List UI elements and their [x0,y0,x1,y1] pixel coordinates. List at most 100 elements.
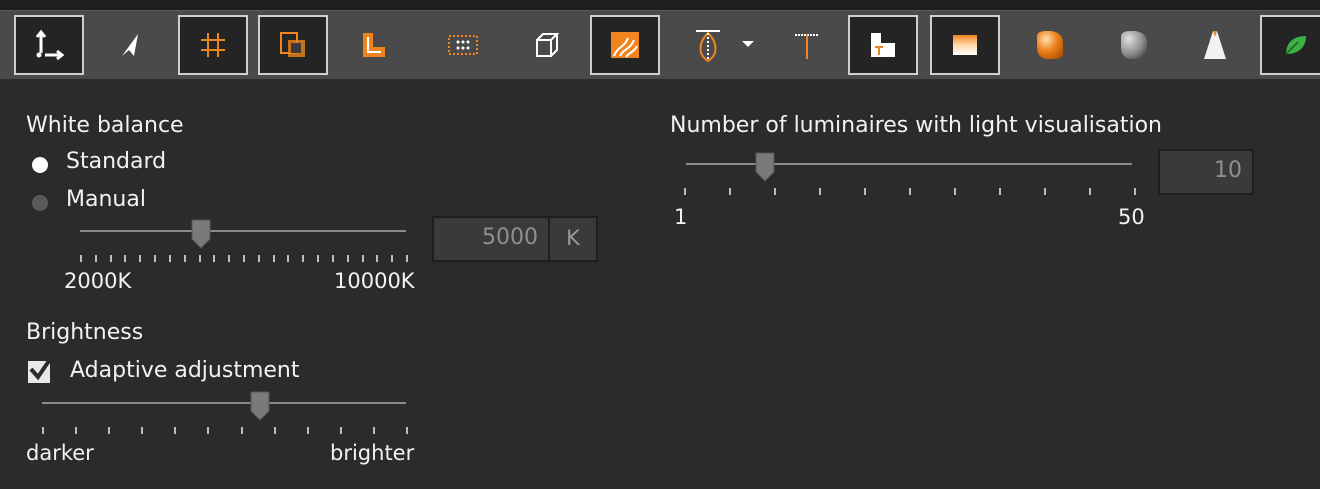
slider-tick [183,255,186,262]
cursor-arrow-icon [122,34,138,56]
wireframe-cube-icon [536,33,560,57]
slider-tick [954,188,956,195]
slider-tick [391,255,394,262]
slider-tick [213,255,216,262]
standard-radio[interactable] [32,157,48,173]
slider-tick [372,427,375,434]
orange-render-icon [1037,31,1063,59]
slider-tick [376,255,379,262]
light-beam-icon [1204,31,1226,59]
manual-radio[interactable] [32,195,48,211]
slider-tick [774,188,776,195]
wood-texture-icon [611,32,639,58]
light-cone-dropdown-button[interactable] [680,15,770,75]
standard-radio-label[interactable]: Standard [66,149,166,174]
settings-panel: White balance Standard Manual 2000K 1000… [0,79,1320,489]
luminaires-value-field[interactable]: 10 [1158,149,1254,195]
luminaires-title: Number of luminaires with light visualis… [670,113,1163,138]
spot-lamp-button[interactable] [772,15,842,75]
slider-tick [406,427,408,434]
grey-render-button[interactable] [1098,15,1168,75]
floor-plan-button[interactable] [848,15,918,75]
luminaires-max-label: 50 [1118,205,1145,229]
slider-tick [109,255,112,262]
texture-button[interactable] [590,15,660,75]
grey-render-icon [1121,31,1147,59]
luminaires-min-label: 1 [674,205,688,229]
adaptive-adjustment-label[interactable]: Adaptive adjustment [70,358,300,383]
gradient-button[interactable] [930,15,1000,75]
slider-tick [154,255,157,262]
slider-tick [108,427,111,434]
slider-tick [94,255,97,262]
slider-tick [257,255,260,262]
slider-tick [346,255,349,262]
dotted-area-button[interactable] [428,15,498,75]
slider-tick [302,255,305,262]
floor-plan-icon [871,33,895,57]
slider-tick [819,188,821,195]
crop-frame-button[interactable] [258,15,328,75]
slider-tick [864,188,866,195]
slider-tick [273,427,276,434]
orange-render-button[interactable] [1014,15,1084,75]
light-beam-button[interactable] [1180,15,1250,75]
white-balance-slider-thumb[interactable] [191,219,211,249]
brightness-slider-thumb[interactable] [250,391,270,421]
slider-tick [729,188,731,195]
slider-tick [317,255,320,262]
slider-tick [1044,188,1046,195]
slider-tick [684,188,686,195]
slider-tick [124,255,127,262]
slider-tick [207,427,210,434]
slider-tick [287,255,290,262]
slider-tick [42,427,44,434]
adaptive-adjustment-checkbox[interactable] [28,353,55,383]
brightness-min-label: darker [26,441,94,465]
slider-tick [141,427,144,434]
slider-tick [1089,188,1091,195]
select-tool-button[interactable] [94,15,164,75]
slider-tick [999,188,1001,195]
slider-tick [80,255,82,262]
spot-lamp-icon [795,34,819,59]
slider-tick [243,255,245,262]
eco-button[interactable] [1260,15,1320,75]
white-balance-value-field[interactable]: 5000 [432,216,550,262]
slider-tick [240,427,243,434]
manual-radio-label[interactable]: Manual [66,187,146,212]
wireframe-button[interactable] [512,15,582,75]
slider-tick [272,255,275,262]
axis-arrows-icon [35,29,65,61]
grid-hash-icon [201,33,225,57]
white-balance-slider-track[interactable] [80,230,406,232]
slider-tick [306,427,309,434]
gradient-fill-icon [953,35,977,55]
slider-tick [1134,188,1136,195]
slider-tick [361,255,364,262]
grid-button[interactable] [178,15,248,75]
slider-tick [174,427,177,434]
slider-tick [168,255,171,262]
slider-tick [228,255,231,262]
slider-tick [406,255,408,262]
axis-arrows-button[interactable] [14,15,84,75]
brightness-slider-track[interactable] [42,402,406,404]
white-balance-max-label: 10000K [334,269,415,293]
brightness-max-label: brighter [330,441,415,465]
luminaires-slider-track[interactable] [686,163,1132,165]
l-shape-button[interactable] [338,15,408,75]
green-leaf-icon [1285,36,1306,55]
white-balance-min-label: 2000K [64,269,132,293]
white-balance-unit: K [548,216,598,262]
slider-tick [339,427,342,434]
slider-tick [139,255,142,262]
dotted-rectangle-icon [448,35,478,55]
slider-tick [909,188,911,195]
light-cone-dropdown-icon [696,30,754,63]
slider-tick [75,427,78,434]
slider-tick [198,255,201,262]
luminaires-slider-thumb[interactable] [755,152,775,182]
brightness-title: Brightness [26,320,144,345]
crop-frame-icon [280,32,305,57]
